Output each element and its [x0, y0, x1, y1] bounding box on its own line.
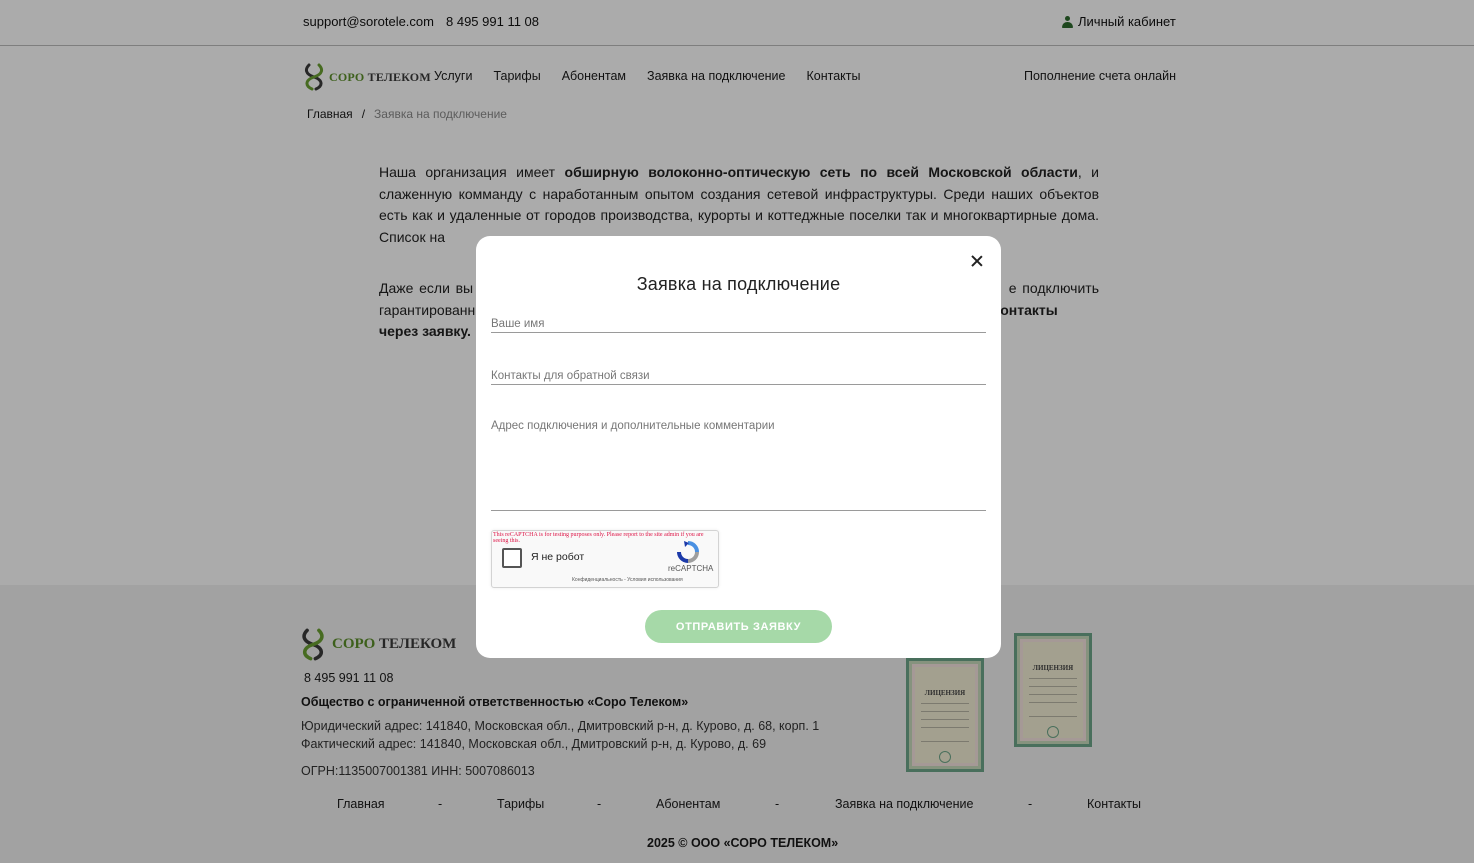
- recaptcha-widget: This reCAPTCHA is for testing purposes o…: [491, 530, 719, 588]
- close-icon[interactable]: [968, 252, 986, 270]
- submit-request-button[interactable]: ОТПРАВИТЬ ЗАЯВКУ: [645, 610, 832, 643]
- recaptcha-checkbox[interactable]: [502, 548, 522, 568]
- recaptcha-label: Я не робот: [531, 551, 585, 563]
- connection-request-modal: Заявка на подключение This reCAPTCHA is …: [476, 236, 1001, 658]
- recaptcha-logo-icon: [677, 541, 699, 563]
- recaptcha-brand: reCAPTCHA: [668, 564, 714, 573]
- name-input[interactable]: [491, 315, 986, 333]
- recaptcha-terms-link[interactable]: Конфиденциальность - Условия использован…: [572, 577, 683, 583]
- contact-input[interactable]: [491, 367, 986, 385]
- address-comments-textarea[interactable]: [491, 420, 986, 511]
- modal-title: Заявка на подключение: [636, 274, 841, 294]
